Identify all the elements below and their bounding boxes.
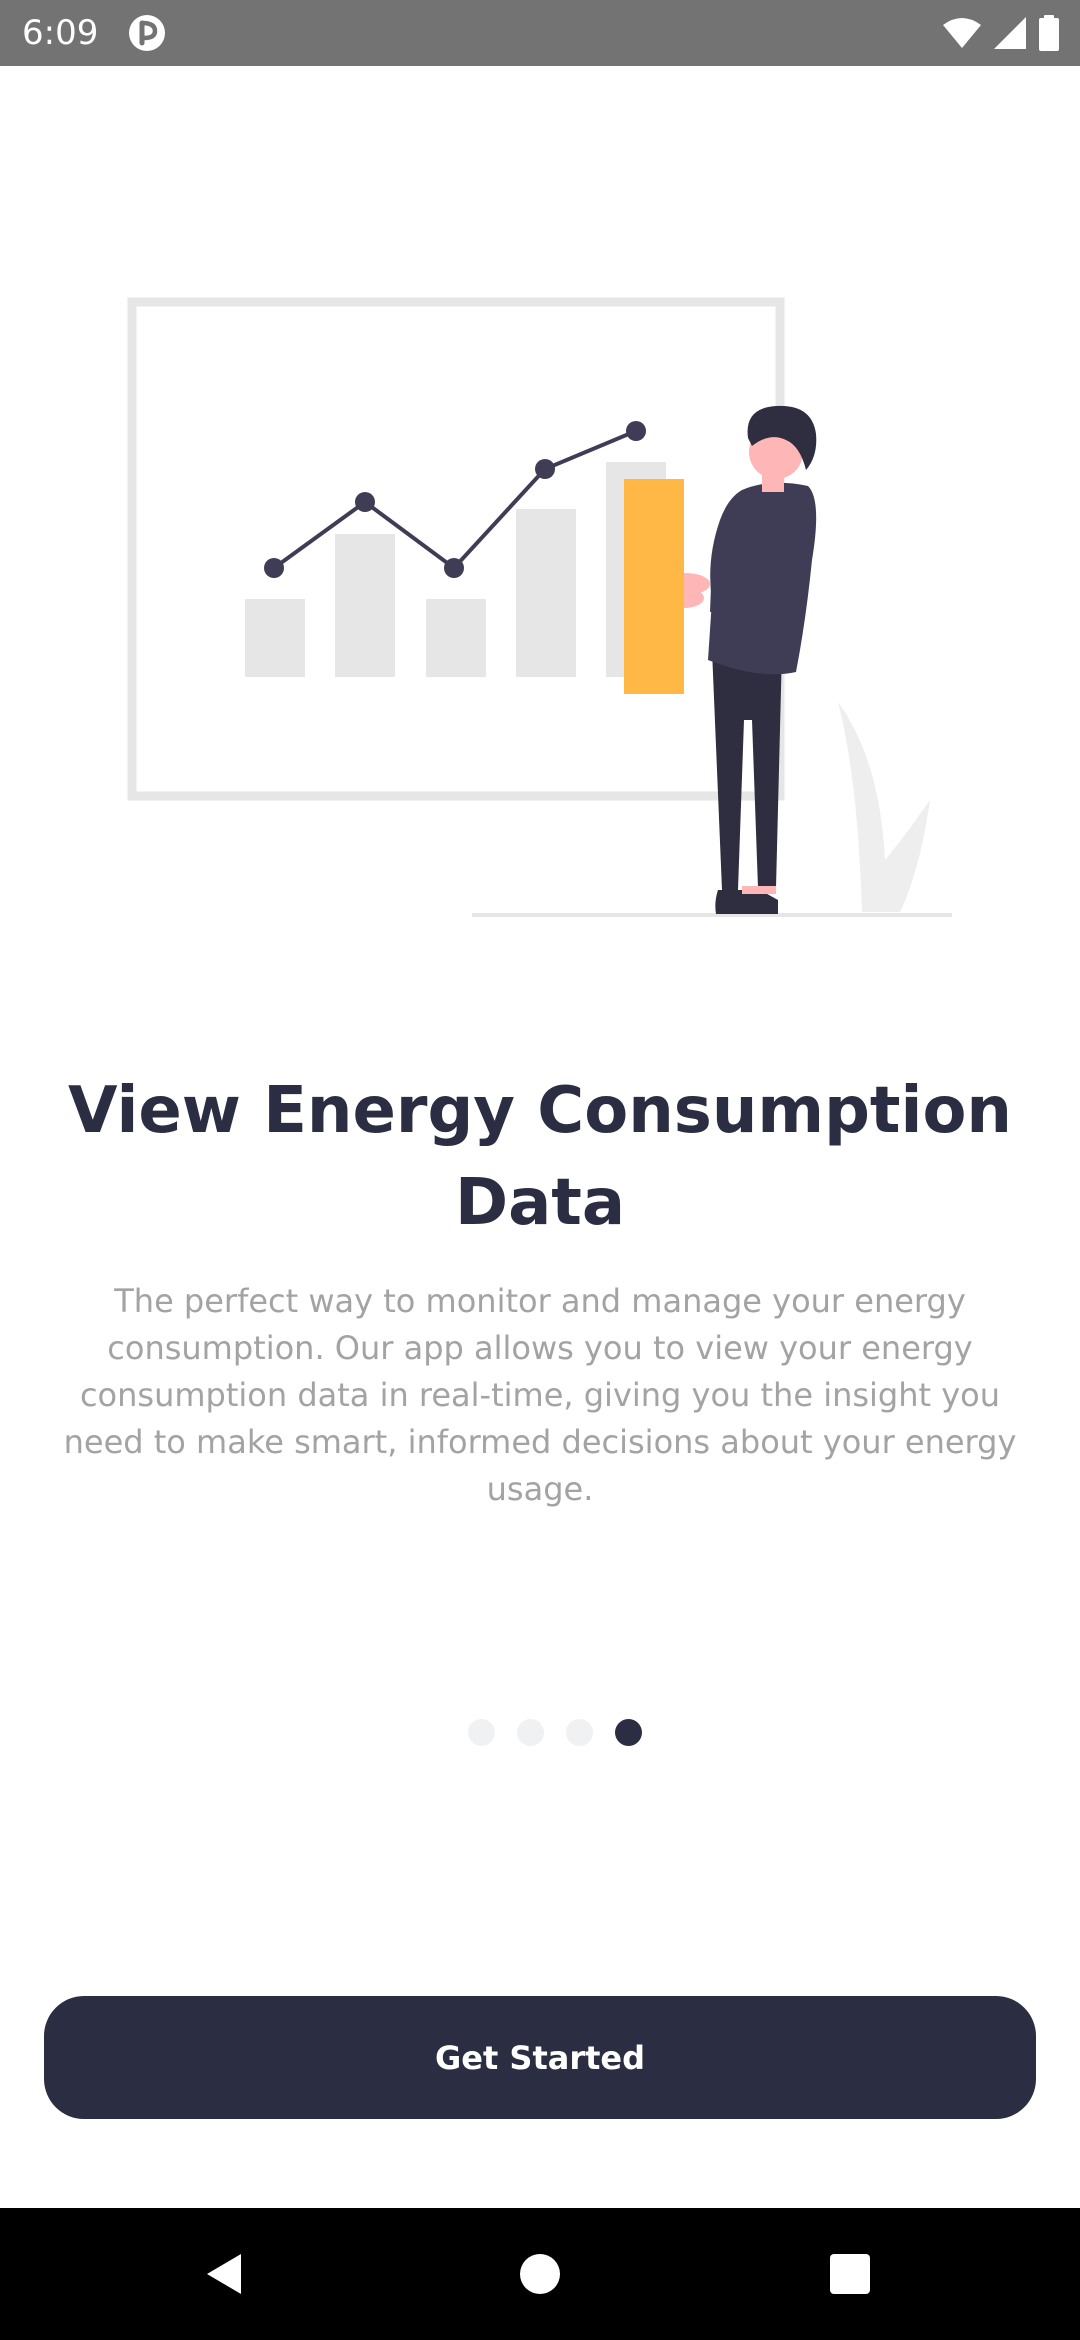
onboarding-screen: 6:09 View Energy Consumption Data The pe… [0,0,1080,2340]
chart-point-4 [535,459,555,479]
recents-button[interactable] [820,2244,880,2304]
recents-icon [830,2254,870,2294]
chart-bar-4 [516,509,576,677]
app-notification-icon [129,15,165,51]
status-icons [942,13,1060,53]
chart-trend-line [272,429,637,571]
plant-leaf [838,702,930,912]
chart-bar-3 [426,599,486,677]
page-indicator-dot-3[interactable] [566,1718,593,1746]
back-icon [207,2254,241,2294]
onboarding-title: View Energy Consumption Data [68,1074,1012,1240]
page-indicator [0,1717,1080,1747]
wifi-icon [943,18,981,48]
home-button[interactable] [510,2244,570,2304]
page-indicator-dot-1[interactable] [468,1718,495,1746]
analytics-presentation-illustration [127,297,952,917]
status-time: 6:09 [22,13,99,53]
chart-point-5 [626,421,646,441]
system-navigation-bar [0,2208,1080,2340]
highlight-bar [624,479,684,694]
chart-point-1 [264,558,284,578]
back-button[interactable] [195,2244,255,2304]
page-indicator-dot-2[interactable] [517,1718,544,1746]
chart-point-2 [355,492,375,512]
chart-point-3 [444,558,464,578]
signal-icon [994,17,1026,49]
chart-bar-1 [245,599,305,677]
person-legs [712,650,782,890]
battery-icon [1039,15,1059,51]
get-started-button[interactable]: Get Started [44,1996,1036,2119]
status-bar: 6:09 [0,0,1080,66]
chart-bar-2 [335,534,395,677]
page-indicator-dot-4-active[interactable] [615,1718,642,1746]
onboarding-description: The perfect way to monitor and manage yo… [63,1282,1017,1508]
home-icon [520,2254,560,2294]
